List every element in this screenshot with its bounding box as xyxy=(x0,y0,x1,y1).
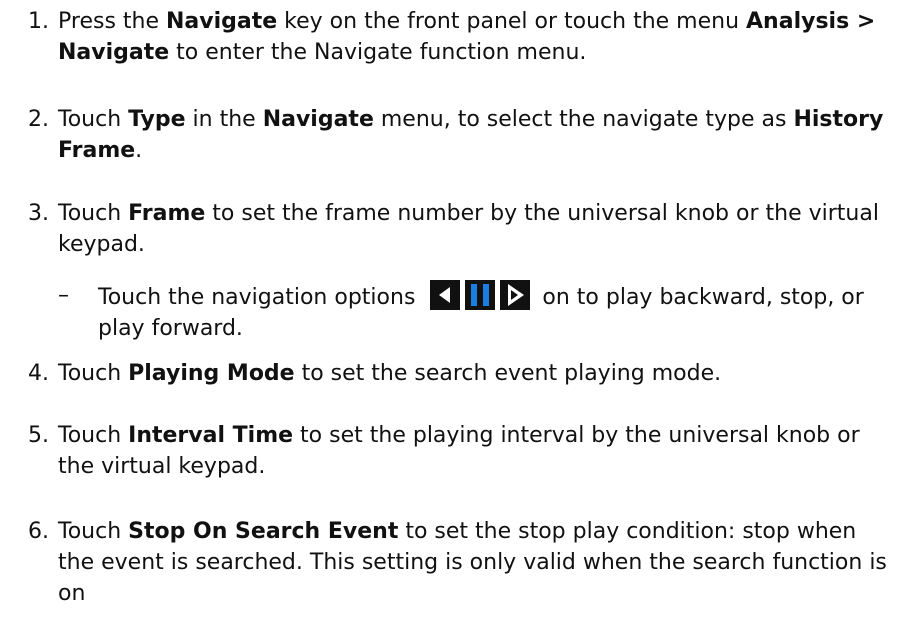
text-run: key on the front panel or touch the menu xyxy=(277,9,747,34)
text-run: Touch xyxy=(58,361,129,386)
step-4: 4. Touch Playing Mode to set the search … xyxy=(28,358,888,389)
step-text: Touch Playing Mode to set the search eve… xyxy=(58,358,888,389)
bold-term: Type xyxy=(128,107,186,132)
step-number: 3. xyxy=(28,201,49,226)
step-number: 2. xyxy=(28,107,49,132)
step-number: 4. xyxy=(28,361,49,386)
step-text: Touch Type in the Navigate menu, to sele… xyxy=(58,104,888,166)
step-number: 5. xyxy=(28,423,49,448)
text-run: in the xyxy=(185,107,263,132)
text-run: Press the xyxy=(58,9,166,34)
text-run: . xyxy=(135,138,143,163)
text-run: menu, to select the navigate type as xyxy=(373,107,794,132)
step-6: 6. Touch Stop On Search Event to set the… xyxy=(28,516,888,609)
step-text: Press the Navigate key on the front pane… xyxy=(58,6,888,68)
step-1: 1. Press the Navigate key on the front p… xyxy=(28,6,888,68)
play-forward-icon xyxy=(500,280,531,310)
bold-term: Interval Time xyxy=(128,423,294,448)
stop-icon xyxy=(465,280,496,310)
bold-term: Playing Mode xyxy=(128,361,295,386)
step-2: 2. Touch Type in the Navigate menu, to s… xyxy=(28,104,888,166)
text-run: Touch xyxy=(58,201,129,226)
bold-term: Navigate xyxy=(262,107,374,132)
play-backward-icon xyxy=(430,280,461,310)
step-3: 3. Touch Frame to set the frame number b… xyxy=(28,198,888,260)
step-text: Touch Stop On Search Event to set the st… xyxy=(58,516,888,609)
text-run: Touch xyxy=(58,423,129,448)
step-text: Touch Interval Time to set the playing i… xyxy=(58,420,888,482)
step-number: 1. xyxy=(28,9,49,34)
bold-term: Navigate xyxy=(166,9,278,34)
step-text: Touch Frame to set the frame number by t… xyxy=(58,198,888,260)
step-number: 6. xyxy=(28,519,49,544)
text-run: to enter the Navigate function menu. xyxy=(169,40,587,65)
bold-term: Stop On Search Event xyxy=(128,519,399,544)
substep-text-before: Touch the navigation options xyxy=(98,285,416,310)
dash-bullet: – xyxy=(58,283,69,308)
bold-term: Frame xyxy=(128,201,206,226)
text-run: to set the search event playing mode. xyxy=(294,361,722,386)
text-run: Touch xyxy=(58,519,129,544)
substep-text: Touch the navigation options on to play … xyxy=(98,280,888,344)
text-run: Touch xyxy=(58,107,129,132)
step-3-substep: – Touch the navigation options on to pla… xyxy=(58,280,888,344)
step-5: 5. Touch Interval Time to set the playin… xyxy=(28,420,888,482)
